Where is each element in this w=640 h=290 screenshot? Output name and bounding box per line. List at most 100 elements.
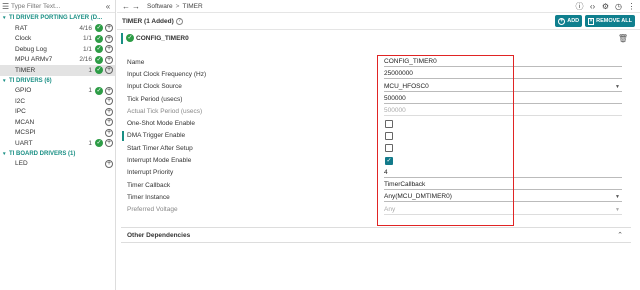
- trash-icon: ×: [588, 17, 595, 25]
- dropdown-arrow-icon[interactable]: ▼: [615, 82, 620, 92]
- field-label: Input Clock Source: [127, 83, 182, 91]
- sidebar-item-uart[interactable]: UART 1 ✓ +: [0, 138, 115, 149]
- sidebar-groups: ▾ TI DRIVER PORTING LAYER (D... RAT 4/16 ✓ + C…: [0, 13, 115, 169]
- config-row: Input Clock Source MCU_HFOSC0 ▼: [117, 81, 627, 93]
- sidebar-item-mpu-armv7[interactable]: MPU ARMv7 2/16 ✓ +: [0, 55, 115, 66]
- add-circle-icon[interactable]: +: [105, 45, 113, 54]
- add-circle-icon[interactable]: +: [105, 24, 113, 33]
- settings-gear-icon[interactable]: ⚙: [601, 2, 610, 11]
- code-view-icon[interactable]: ‹›: [588, 2, 597, 11]
- history-icon[interactable]: ◷: [614, 2, 623, 11]
- remove-all-button-label: REMOVE ALL: [596, 18, 632, 24]
- sidebar-item-count: 1/1: [82, 45, 92, 53]
- filter-menu-icon[interactable]: ☰: [2, 2, 11, 11]
- add-circle-icon[interactable]: +: [105, 55, 113, 64]
- sidebar-item-ipc[interactable]: IPC +: [0, 107, 115, 118]
- check-circle-icon: ✓: [95, 66, 103, 75]
- add-circle-icon[interactable]: +: [105, 118, 113, 127]
- field-label: Interrupt Priority: [127, 169, 174, 177]
- sidebar-item-i2c[interactable]: I2C +: [0, 96, 115, 107]
- check-circle-icon: ✓: [126, 34, 134, 42]
- config-instance-header[interactable]: ✓ CONFIG_TIMER0 🗑: [117, 30, 640, 46]
- dropdown-arrow-icon[interactable]: ▼: [615, 205, 620, 215]
- field-label: Timer Instance: [127, 193, 170, 201]
- other-dependencies-title: Other Dependencies: [127, 231, 191, 239]
- sidebar-group-title[interactable]: ▾ TI BOARD DRIVERS (1): [0, 149, 115, 159]
- more-options-icon[interactable]: ⋮: [627, 2, 636, 11]
- remove-all-button[interactable]: × REMOVE ALL: [585, 15, 635, 27]
- config-row: DMA Trigger Enable: [117, 130, 627, 142]
- sidebar-item-clock[interactable]: Clock 1/1 ✓ +: [0, 34, 115, 45]
- add-circle-icon[interactable]: +: [105, 66, 113, 75]
- add-button-label: ADD: [567, 18, 580, 24]
- field-label: DMA Trigger Enable: [127, 132, 186, 140]
- add-circle-icon[interactable]: +: [105, 139, 113, 148]
- add-circle-icon[interactable]: +: [105, 107, 113, 116]
- check-circle-icon: ✓: [95, 24, 103, 33]
- help-icon[interactable]: ?: [175, 17, 183, 25]
- dropdown-arrow-icon[interactable]: ▼: [615, 192, 620, 202]
- sidebar-item-mcan[interactable]: MCAN +: [0, 117, 115, 128]
- config-row: Interrupt Mode Enable ✓: [117, 154, 627, 166]
- sidebar-item-count: 4/16: [79, 24, 92, 32]
- add-circle-icon[interactable]: +: [105, 128, 113, 137]
- config-accent-bar: [121, 32, 123, 44]
- check-circle-icon: ✓: [95, 55, 103, 64]
- config-fields: Name CONFIG_TIMER0 Input Clock Frequency (…: [117, 56, 627, 216]
- sidebar-item-label: I2C: [15, 97, 26, 105]
- sidebar-group-title[interactable]: ▾ TI DRIVER PORTING LAYER (D...: [0, 13, 115, 23]
- module-header: TIMER (1 Added) ? + ADD × REMOVE ALL: [117, 13, 640, 30]
- sidebar-item-gpio[interactable]: GPIO 1 ✓ +: [0, 86, 115, 97]
- add-button[interactable]: + ADD: [555, 15, 583, 27]
- field-label: Input Clock Frequency (Hz): [127, 70, 207, 78]
- sidebar-item-label: MPU ARMv7: [15, 56, 53, 64]
- filter-input[interactable]: [11, 2, 87, 10]
- sidebar-item-label: RAT: [15, 24, 28, 32]
- sidebar-item-led[interactable]: LED +: [0, 159, 115, 170]
- check-circle-icon: ✓: [95, 139, 103, 148]
- breadcrumb: Software > TIMER: [147, 3, 203, 10]
- sidebar-item-label: MCSPI: [15, 129, 36, 137]
- breadcrumb-item-timer: TIMER: [182, 2, 203, 10]
- sidebar-group-label: TI DRIVER PORTING LAYER (D...: [9, 15, 103, 21]
- add-circle-icon[interactable]: +: [105, 159, 113, 168]
- sidebar-item-count: 1: [88, 139, 92, 147]
- back-arrow-icon[interactable]: ←: [121, 2, 131, 11]
- add-circle-icon[interactable]: +: [105, 34, 113, 43]
- info-icon[interactable]: ⓘ: [575, 2, 584, 11]
- highlight-box: [377, 55, 514, 226]
- add-circle-icon[interactable]: +: [105, 97, 113, 106]
- other-dependencies-section[interactable]: Other Dependencies ⌃: [121, 227, 631, 243]
- sidebar-item-label: IPC: [15, 108, 26, 116]
- sidebar-item-label: MCAN: [15, 118, 35, 126]
- field-label: One-Shot Mode Enable: [127, 120, 195, 128]
- config-row: Tick Period (usecs) 500000: [117, 93, 627, 105]
- row-marker-bar: [122, 130, 124, 141]
- sidebar-item-timer[interactable]: TIMER 1 ✓ +: [0, 65, 115, 76]
- config-instance-name: CONFIG_TIMER0: [136, 34, 189, 42]
- sidebar-item-label: UART: [15, 139, 33, 147]
- delete-instance-icon[interactable]: 🗑: [618, 34, 628, 43]
- field-label: Timer Callback: [127, 181, 171, 189]
- sidebar-item-label: TIMER: [15, 66, 36, 74]
- sidebar-group-label: TI BOARD DRIVERS (1): [9, 150, 76, 157]
- sidebar-item-debug-log[interactable]: Debug Log 1/1 ✓ +: [0, 44, 115, 55]
- field-label: Actual Tick Period (usecs): [127, 107, 203, 115]
- forward-arrow-icon[interactable]: →: [131, 2, 141, 11]
- field-label: Interrupt Mode Enable: [127, 157, 192, 165]
- field-label: Name: [127, 58, 145, 66]
- sidebar-item-rat[interactable]: RAT 4/16 ✓ +: [0, 23, 115, 34]
- chevron-up-icon[interactable]: ⌃: [617, 231, 623, 239]
- sidebar-item-mcspi[interactable]: MCSPI +: [0, 128, 115, 139]
- config-row: Actual Tick Period (usecs) 500000: [117, 105, 627, 117]
- main-panel: ← → Software > TIMER ⓘ ‹› ⚙ ◷ ⋮ TIMER (1 A…: [117, 0, 640, 290]
- sidebar-group-title[interactable]: ▾ TI DRIVERS (6): [0, 76, 115, 86]
- check-circle-icon: ✓: [95, 86, 103, 95]
- toolbar-icons: ⓘ ‹› ⚙ ◷ ⋮: [575, 2, 636, 11]
- breadcrumb-item-software[interactable]: Software: [147, 3, 173, 10]
- config-row: Preferred Voltage Any ▼: [117, 204, 627, 216]
- sidebar-item-label: Debug Log: [15, 45, 47, 53]
- collapse-sidebar-icon[interactable]: «: [103, 2, 113, 11]
- sidebar-item-count: 1/1: [82, 35, 92, 43]
- add-circle-icon[interactable]: +: [105, 86, 113, 95]
